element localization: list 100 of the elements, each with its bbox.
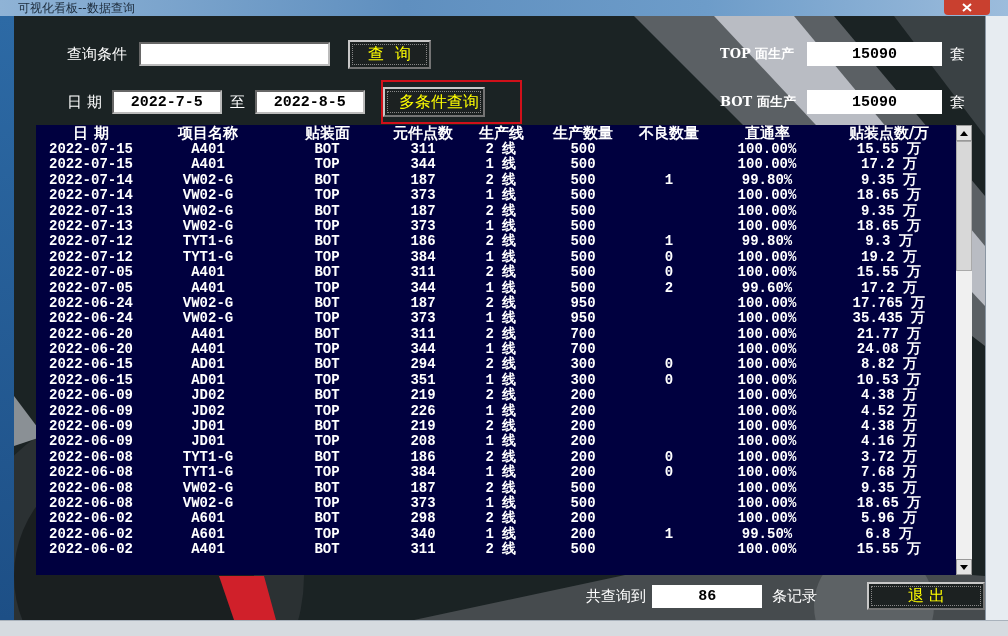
table-cell-text: 100.00% bbox=[736, 449, 798, 466]
table-cell-text: JD02 bbox=[190, 403, 226, 420]
table-cell-text: 100.00% bbox=[736, 265, 798, 281]
query-button[interactable]: 查 询 bbox=[348, 39, 431, 69]
table-cell-text: 35.435 万 bbox=[851, 311, 927, 327]
unit-label: 套 bbox=[950, 44, 965, 64]
table-cell-text: TOP bbox=[313, 342, 341, 358]
table-cell-text: 2022-06-15 bbox=[48, 357, 134, 373]
table-cell-text: VW02-G bbox=[181, 172, 235, 189]
end-date-field[interactable]: 2022-8-5 bbox=[254, 90, 365, 114]
table-cell-text: 311 bbox=[409, 326, 437, 343]
table-cell-text: 18.65 万 bbox=[855, 218, 923, 234]
table-cell-text: 500 bbox=[569, 172, 597, 189]
production-value: 15090 bbox=[807, 90, 942, 114]
table-cell-text: 500 bbox=[569, 249, 597, 266]
table-cell-text: 100.00% bbox=[736, 372, 798, 389]
table-cell-text: 1 线 bbox=[484, 403, 518, 419]
table-cell-text: 99.50% bbox=[740, 526, 794, 543]
table-cell-text: 100.00% bbox=[736, 496, 798, 512]
production-value: 15090 bbox=[807, 42, 942, 66]
table-cell-text: 100.00% bbox=[736, 511, 798, 527]
table-cell-text: 2 线 bbox=[484, 388, 518, 404]
table-cell-text: A601 bbox=[190, 511, 226, 527]
table-cell-text: 200 bbox=[569, 403, 597, 420]
table-cell-text: 2 bbox=[663, 280, 675, 296]
table-cell-text: 99.60% bbox=[740, 280, 794, 296]
multi-query-button[interactable]: 多条件查询 bbox=[382, 87, 485, 117]
table-cell-text: 200 bbox=[569, 419, 597, 435]
date-label: 日 期 bbox=[67, 92, 102, 112]
table-cell-text: VW02-G bbox=[181, 203, 235, 219]
table-cell-text: 100.00% bbox=[736, 203, 798, 219]
table-cell-text: 0 bbox=[663, 449, 675, 466]
range-separator: 至 bbox=[229, 92, 245, 112]
table-cell-text: A401 bbox=[190, 342, 226, 358]
table-cell-text: 0 bbox=[663, 372, 675, 389]
table-cell-text: 100.00% bbox=[736, 249, 798, 266]
table-cell-text: 344 bbox=[409, 342, 437, 358]
table-cell-text: BOT bbox=[313, 388, 341, 404]
scroll-down-icon[interactable] bbox=[960, 564, 968, 570]
table-cell-text: 2022-07-05 bbox=[48, 280, 134, 296]
query-field[interactable] bbox=[139, 42, 330, 66]
table-cell-text: 15.55 万 bbox=[855, 142, 923, 157]
table-cell-text: 1 线 bbox=[484, 218, 518, 234]
table-cell-text: 2022-06-24 bbox=[48, 311, 134, 327]
table-cell-text: 4.38 万 bbox=[860, 419, 918, 435]
table-cell-text: 100.00% bbox=[736, 311, 798, 327]
column-header: 日 期 bbox=[72, 125, 110, 142]
table-cell-text: 2022-06-24 bbox=[48, 295, 134, 312]
table-cell-text: TYT1-G bbox=[181, 249, 235, 266]
record-count: 86 bbox=[652, 584, 763, 608]
table-cell-text: 187 bbox=[409, 203, 437, 219]
close-button[interactable] bbox=[944, 0, 990, 15]
table-cell-text: 2022-07-14 bbox=[48, 172, 134, 189]
scrollbar[interactable] bbox=[956, 125, 972, 575]
table-cell-text: A401 bbox=[190, 542, 226, 558]
table-cell-text: 384 bbox=[409, 249, 437, 266]
table-cell-text: TOP bbox=[313, 157, 341, 173]
table-cell-text: 2022-07-14 bbox=[48, 188, 134, 204]
table-cell-text: 2022-07-15 bbox=[48, 142, 134, 158]
table-cell-text: 2 线 bbox=[484, 449, 518, 465]
table-cell-text: 19.2 万 bbox=[860, 249, 918, 265]
table-cell-text: 3.72 万 bbox=[860, 449, 918, 465]
table-cell-text: 311 bbox=[409, 142, 437, 158]
table-cell-text: 1 线 bbox=[484, 465, 518, 481]
table-cell-text: 1 线 bbox=[484, 526, 518, 542]
table-cell-text: 9.35 万 bbox=[860, 172, 918, 188]
scroll-thumb[interactable] bbox=[956, 141, 972, 271]
table-cell-text: 8.82 万 bbox=[860, 357, 918, 373]
table-cell-text: 500 bbox=[569, 496, 597, 512]
column-header: 生产数量 bbox=[551, 125, 614, 142]
table-cell-text: 200 bbox=[569, 511, 597, 527]
table-cell-text: VW02-G bbox=[181, 496, 235, 512]
table-cell-text: 1 线 bbox=[484, 342, 518, 358]
table-cell-text: 200 bbox=[569, 388, 597, 404]
table-cell-text: 100.00% bbox=[736, 142, 798, 158]
table-cell-text: 24.08 万 bbox=[855, 342, 923, 358]
table-cell-text: BOT bbox=[313, 542, 341, 558]
table-cell-text: 500 bbox=[569, 265, 597, 281]
table-cell-text: 1 线 bbox=[484, 372, 518, 388]
table-cell-text: 2 线 bbox=[484, 142, 517, 157]
table-cell-text: 100.00% bbox=[736, 188, 798, 204]
table-cell-text: 300 bbox=[569, 357, 597, 373]
table-cell-text: BOT bbox=[313, 172, 341, 189]
table-cell-text: 100.00% bbox=[736, 342, 798, 358]
start-date-field[interactable]: 2022-7-5 bbox=[111, 90, 222, 114]
table-cell-text: 226 bbox=[409, 403, 437, 420]
table-cell-text: 2 线 bbox=[484, 480, 518, 496]
exit-button[interactable]: 退 出 bbox=[867, 582, 985, 610]
unit-label: 套 bbox=[950, 92, 965, 112]
table-cell-text: BOT bbox=[313, 357, 341, 373]
table-cell-text: 2 线 bbox=[484, 295, 518, 311]
table-cell-text: 2022-06-20 bbox=[48, 342, 134, 358]
table-cell-text: A401 bbox=[190, 142, 226, 158]
table-cell-text: VW02-G bbox=[181, 311, 235, 327]
table-cell-text: BOT bbox=[313, 419, 341, 435]
table-cell-text: 100.00% bbox=[736, 157, 798, 173]
scroll-up-icon[interactable] bbox=[960, 130, 968, 136]
table-cell-text: 2022-06-20 bbox=[48, 326, 134, 343]
table-cell-text: TYT1-G bbox=[181, 234, 235, 250]
table-cell-text: 1 bbox=[663, 234, 675, 250]
